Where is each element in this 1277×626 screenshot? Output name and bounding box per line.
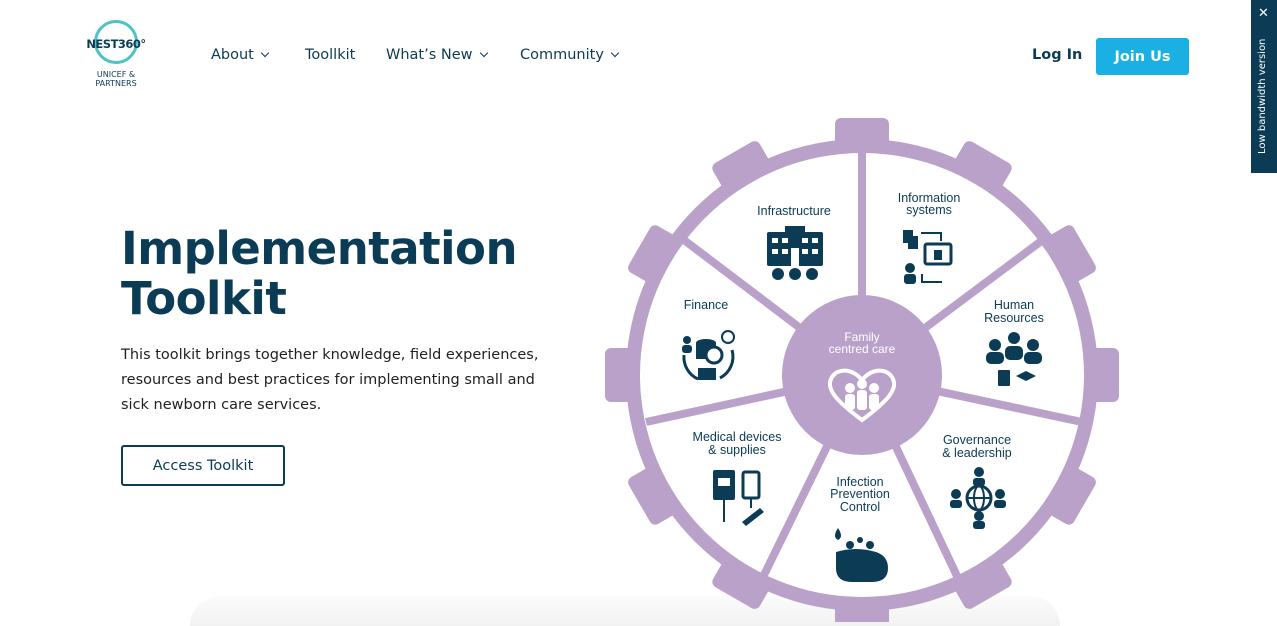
chevron-down-icon [610, 48, 620, 58]
information-systems-icon [903, 230, 953, 284]
segment-infrastructure: Infrastructure [757, 204, 831, 218]
segment-governance-1: Governance [943, 433, 1011, 447]
logo-brand-name: NEST360° [86, 37, 146, 51]
low-bandwidth-tab[interactable]: ✕ Low bandwidth version [1251, 0, 1277, 173]
segment-finance: Finance [684, 298, 729, 312]
family-figures-icon [845, 379, 879, 410]
hospital-icon [767, 226, 823, 280]
governance-globe-icon [950, 467, 1006, 529]
chevron-down-icon [260, 48, 270, 58]
nav-toolkit[interactable]: Toollkit [305, 47, 355, 63]
segment-ipc-2: Prevention [830, 487, 890, 501]
segment-information-2: systems [906, 203, 952, 217]
center-hub [782, 295, 942, 455]
chevron-down-icon [479, 48, 488, 58]
logo-subtitle: UNICEF & PARTNERS [95, 70, 137, 88]
medical-devices-icon [713, 470, 764, 526]
wheel-rim [626, 139, 1098, 611]
title-line-1: Implementation [121, 222, 518, 275]
nest360-logo[interactable]: NEST360° UNICEF & PARTNERS [84, 20, 148, 94]
segment-governance-2: & leadership [942, 446, 1012, 460]
nav-whats-new-label: What’s New [386, 47, 473, 63]
handwashing-icon [835, 528, 888, 582]
nav-whats-new[interactable]: What’s New [386, 47, 488, 63]
segment-hr-2: Resources [984, 311, 1044, 325]
wheel-spokes [645, 153, 1083, 578]
segment-ipc-1: Infection [836, 475, 883, 489]
nav-about[interactable]: About [211, 47, 270, 63]
human-resources-icon [986, 332, 1042, 386]
hero-description: This toolkit brings together knowledge, … [121, 347, 539, 413]
nav-toolkit-label: Toollkit [305, 47, 356, 63]
page-title: Implementation Toolkit [121, 222, 518, 325]
nav-community[interactable]: Community [520, 47, 620, 63]
segment-medical-2: & supplies [708, 443, 766, 457]
wheel-face [640, 153, 1084, 597]
title-line-2: Toolkit [121, 272, 287, 325]
finance-coins-icon [682, 330, 735, 381]
center-label-2: centred care [829, 342, 896, 356]
low-bandwidth-label: Low bandwidth version [1257, 38, 1268, 154]
nav-about-label: About [211, 47, 254, 63]
segment-ipc-3: Control [840, 500, 880, 514]
login-link[interactable]: Log In [1032, 47, 1082, 63]
access-toolkit-button[interactable]: Access Toolkit [121, 445, 285, 486]
join-us-button[interactable]: Join Us [1096, 38, 1189, 75]
nav-community-label: Community [520, 47, 604, 63]
center-label-1: Family [844, 330, 879, 344]
segment-hr-1: Human [994, 298, 1034, 312]
family-heart-icon [827, 368, 897, 423]
segment-information-1: Information [898, 191, 961, 205]
segment-medical-1: Medical devices [693, 430, 782, 444]
gear-teeth [605, 118, 1119, 622]
